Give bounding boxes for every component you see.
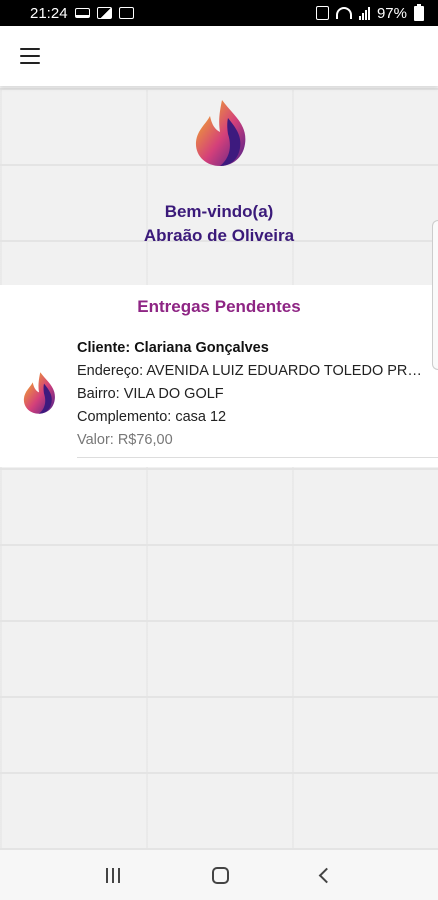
nfc-icon [315, 6, 329, 20]
welcome-message: Bem-vindo(a) Abraão de Oliveira [0, 200, 438, 248]
list-divider [77, 457, 438, 458]
system-navigation-bar [0, 850, 438, 900]
pending-deliveries-card: Entregas Pendentes Cliente: Clariana Gon… [0, 285, 438, 467]
status-time: 21:24 [30, 4, 68, 22]
menu-icon[interactable] [20, 48, 40, 64]
user-name: Abraão de Oliveira [143, 226, 295, 245]
greeting-text: Bem-vindo(a) [164, 202, 274, 221]
app-bar [0, 26, 438, 86]
delivery-client: Cliente: Clariana Gonçalves [77, 340, 269, 356]
drawer-edge-handle[interactable] [432, 220, 438, 370]
delivery-list-item[interactable]: Cliente: Clariana Gonçalves Endereço: AV… [77, 337, 422, 452]
wifi-icon [335, 7, 352, 19]
battery-percent: 97% [376, 4, 407, 22]
pending-deliveries-title: Entregas Pendentes [137, 297, 301, 316]
signal-icon [358, 6, 370, 20]
flame-logo-small [23, 372, 55, 414]
battery-icon [414, 3, 424, 21]
home-button[interactable] [212, 866, 229, 884]
flame-logo [195, 100, 246, 166]
delivery-neighborhood: Bairro: VILA DO GOLF [77, 386, 224, 402]
back-button[interactable] [318, 867, 335, 883]
status-bar: 21:24 97% [0, 0, 438, 26]
delivery-value: Valor: R$76,00 [77, 432, 173, 448]
delivery-complement: Complemento: casa 12 [77, 409, 227, 425]
laptop-icon [74, 8, 90, 18]
recent-apps-button[interactable] [106, 867, 120, 883]
notification-icon [118, 7, 134, 19]
delivery-address: Endereço: AVENIDA LUIZ EDUARDO TOLEDO PR… [77, 363, 422, 379]
image-icon [96, 7, 112, 19]
